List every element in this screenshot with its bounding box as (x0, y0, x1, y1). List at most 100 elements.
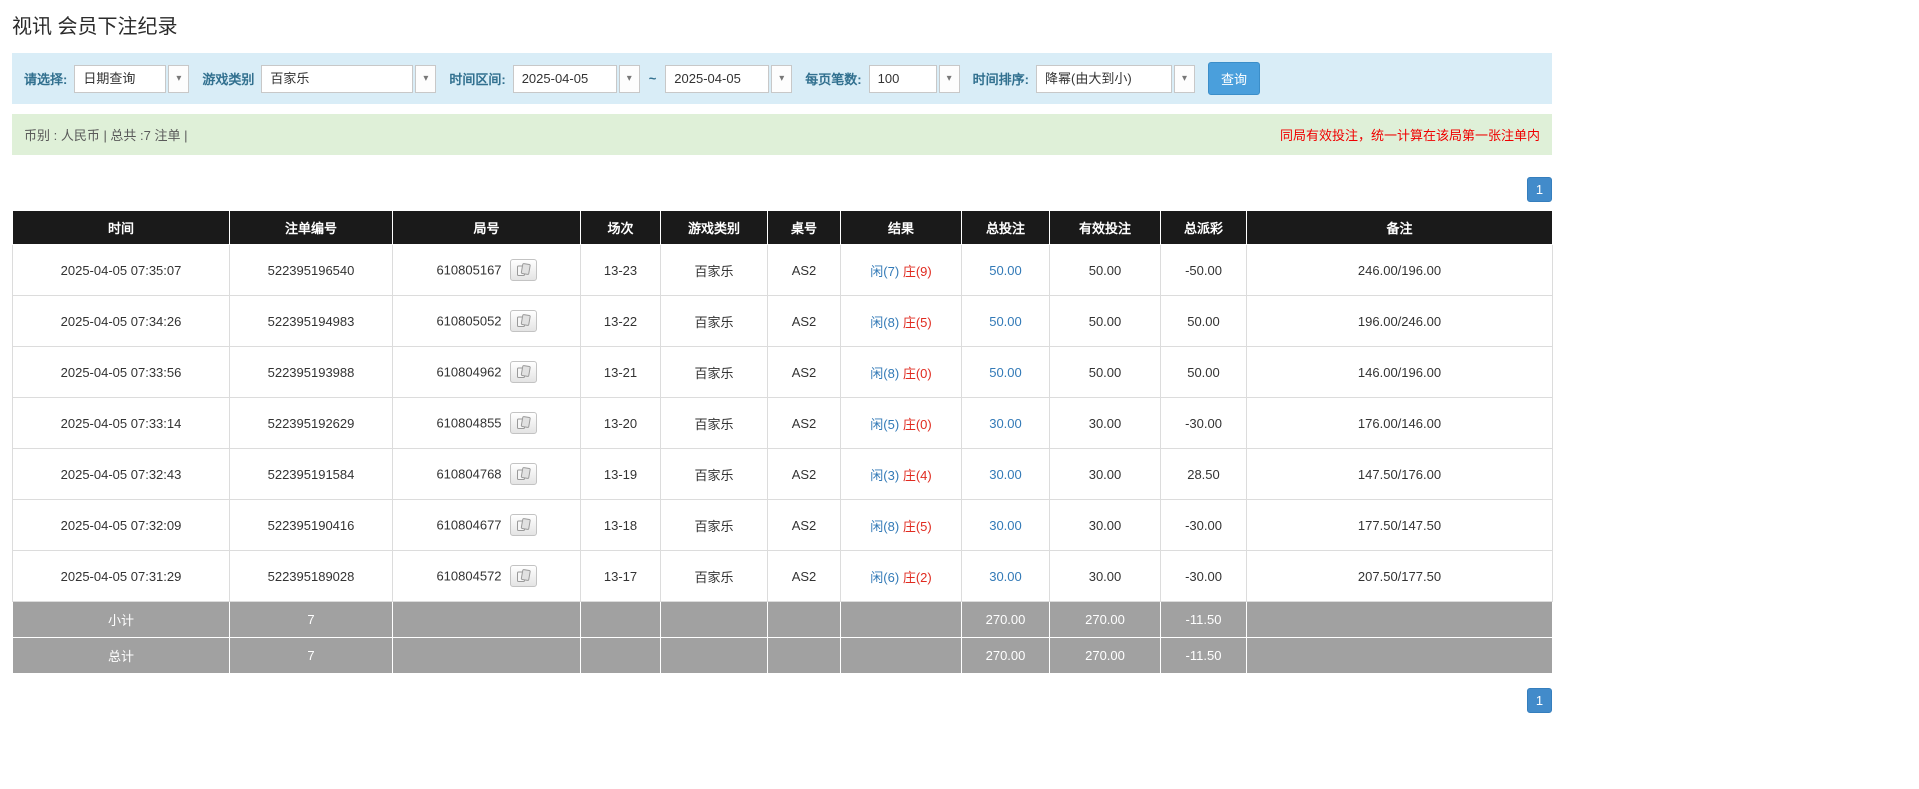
table-row: 2025-04-05 07:32:09 522395190416 610804677… (12, 499, 1553, 551)
subtotal-row-payout: -11.50 (1160, 601, 1247, 638)
select-type-combobox: 日期查询 ▾ (74, 64, 190, 93)
empty-cell (840, 601, 962, 638)
view-round-cards-button[interactable] (509, 565, 537, 587)
total-bet-link[interactable]: 30.00 (989, 416, 1022, 431)
total-bet-link[interactable]: 50.00 (989, 263, 1022, 278)
bet-id: 522395190416 (229, 499, 393, 551)
total-row-count: 7 (229, 637, 393, 674)
chevron-down-icon[interactable]: ▾ (938, 64, 960, 93)
cards-icon (516, 569, 531, 582)
per-page-value[interactable]: 100 (868, 64, 937, 93)
per-page-label: 每页笔数: (805, 72, 862, 87)
remark: 177.50/147.50 (1246, 499, 1553, 551)
currency-summary-text: 币别 : 人民币 | 总共 :7 注单 | (24, 128, 188, 143)
payout: -30.00 (1160, 397, 1247, 449)
date-from-value[interactable]: 2025-04-05 (512, 64, 617, 93)
total-bet-link[interactable]: 30.00 (989, 467, 1022, 482)
total-bet-link[interactable]: 30.00 (989, 518, 1022, 533)
bets-table: 时间 注单编号 局号 场次 游戏类别 桌号 结果 总投注 有效投注 总派彩 备注… (12, 210, 1553, 674)
game-type-label: 游戏类别 (202, 72, 255, 87)
table-number: AS2 (767, 550, 841, 602)
total-row-payout: -11.50 (1160, 637, 1247, 674)
valid-bet: 30.00 (1049, 499, 1161, 551)
table-row: 2025-04-05 07:33:56 522395193988 610804962… (12, 346, 1553, 398)
banker-result: 庄(2) (902, 569, 932, 585)
empty-cell (767, 601, 841, 638)
view-round-cards-button[interactable] (509, 463, 537, 485)
date-to-value[interactable]: 2025-04-05 (665, 64, 770, 93)
table-header-row: 时间 注单编号 局号 场次 游戏类别 桌号 结果 总投注 有效投注 总派彩 备注 (12, 210, 1553, 245)
chevron-down-icon[interactable]: ▾ (771, 64, 793, 93)
result-cell: 闲(8) 庄(5) (840, 499, 962, 551)
total-bet-link[interactable]: 50.00 (989, 314, 1022, 329)
round-id-cell: 610804677 (392, 499, 581, 551)
empty-cell (580, 637, 661, 674)
chevron-down-icon[interactable]: ▾ (168, 64, 190, 93)
subtotal-row-total-bet: 270.00 (961, 601, 1050, 638)
total-bet-cell: 30.00 (961, 448, 1050, 500)
player-result: 闲(5) (870, 416, 900, 432)
view-round-cards-button[interactable] (509, 310, 537, 332)
view-round-cards-button[interactable] (509, 361, 537, 383)
select-type-value[interactable]: 日期查询 (74, 64, 167, 93)
chevron-down-icon[interactable]: ▾ (415, 64, 437, 93)
per-page-combobox: 100 ▾ (868, 64, 960, 93)
total-bet-cell: 30.00 (961, 499, 1050, 551)
search-button[interactable]: 查询 (1207, 62, 1260, 95)
chevron-down-icon[interactable]: ▾ (618, 64, 640, 93)
table-number: AS2 (767, 448, 841, 500)
valid-bet: 30.00 (1049, 397, 1161, 449)
page-1-button[interactable]: 1 (1527, 688, 1552, 713)
game-type: 百家乐 (660, 397, 768, 449)
table-number: AS2 (767, 244, 841, 296)
game-type-combobox: 百家乐 ▾ (261, 64, 437, 93)
chevron-down-icon[interactable]: ▾ (1173, 64, 1195, 93)
empty-cell (767, 637, 841, 674)
remark: 146.00/196.00 (1246, 346, 1553, 398)
result-cell: 闲(8) 庄(0) (840, 346, 962, 398)
player-result: 闲(6) (870, 569, 900, 585)
sort-order-label: 时间排序: (972, 72, 1029, 87)
game-type-value[interactable]: 百家乐 (261, 64, 414, 93)
session: 13-19 (580, 448, 661, 500)
view-round-cards-button[interactable] (509, 514, 537, 536)
total-bet-link[interactable]: 50.00 (989, 365, 1022, 380)
session: 13-22 (580, 295, 661, 347)
time-range-label: 时间区间: (449, 72, 506, 87)
total-bet-link[interactable]: 30.00 (989, 569, 1022, 584)
session: 13-20 (580, 397, 661, 449)
banker-result: 庄(9) (902, 263, 932, 279)
game-type: 百家乐 (660, 448, 768, 500)
session: 13-18 (580, 499, 661, 551)
valid-bet: 30.00 (1049, 448, 1161, 500)
total-bet-cell: 30.00 (961, 550, 1050, 602)
sort-order-value[interactable]: 降幂(由大到小) (1035, 64, 1172, 93)
cards-icon (516, 416, 531, 429)
result-cell: 闲(8) 庄(5) (840, 295, 962, 347)
table-number: AS2 (767, 346, 841, 398)
round-id: 610805052 (436, 313, 502, 329)
result-cell: 闲(3) 庄(4) (840, 448, 962, 500)
total-row: 总计 7 270.00 270.00 -11.50 (12, 637, 1553, 674)
round-id: 610804572 (436, 568, 502, 584)
filter-bar: 请选择: 日期查询 ▾ 游戏类别 百家乐 ▾ 时间区间: 2025-04-05 … (12, 53, 1552, 104)
page-1-button[interactable]: 1 (1527, 177, 1552, 202)
total-row-total-bet: 270.00 (961, 637, 1050, 674)
select-type-label: 请选择: (24, 72, 68, 87)
session: 13-17 (580, 550, 661, 602)
view-round-cards-button[interactable] (509, 412, 537, 434)
banker-result: 庄(5) (902, 518, 932, 534)
game-type: 百家乐 (660, 499, 768, 551)
payout: -30.00 (1160, 499, 1247, 551)
view-round-cards-button[interactable] (509, 259, 537, 281)
total-bet-cell: 50.00 (961, 244, 1050, 296)
remark: 246.00/196.00 (1246, 244, 1553, 296)
table-number: AS2 (767, 295, 841, 347)
table-row: 2025-04-05 07:35:07 522395196540 610805167… (12, 244, 1553, 296)
valid-bet: 30.00 (1049, 550, 1161, 602)
empty-cell (840, 637, 962, 674)
cards-icon (516, 263, 531, 276)
valid-bet: 50.00 (1049, 244, 1161, 296)
round-id-cell: 610805052 (392, 295, 581, 347)
col-header-total-bet: 总投注 (961, 210, 1050, 245)
